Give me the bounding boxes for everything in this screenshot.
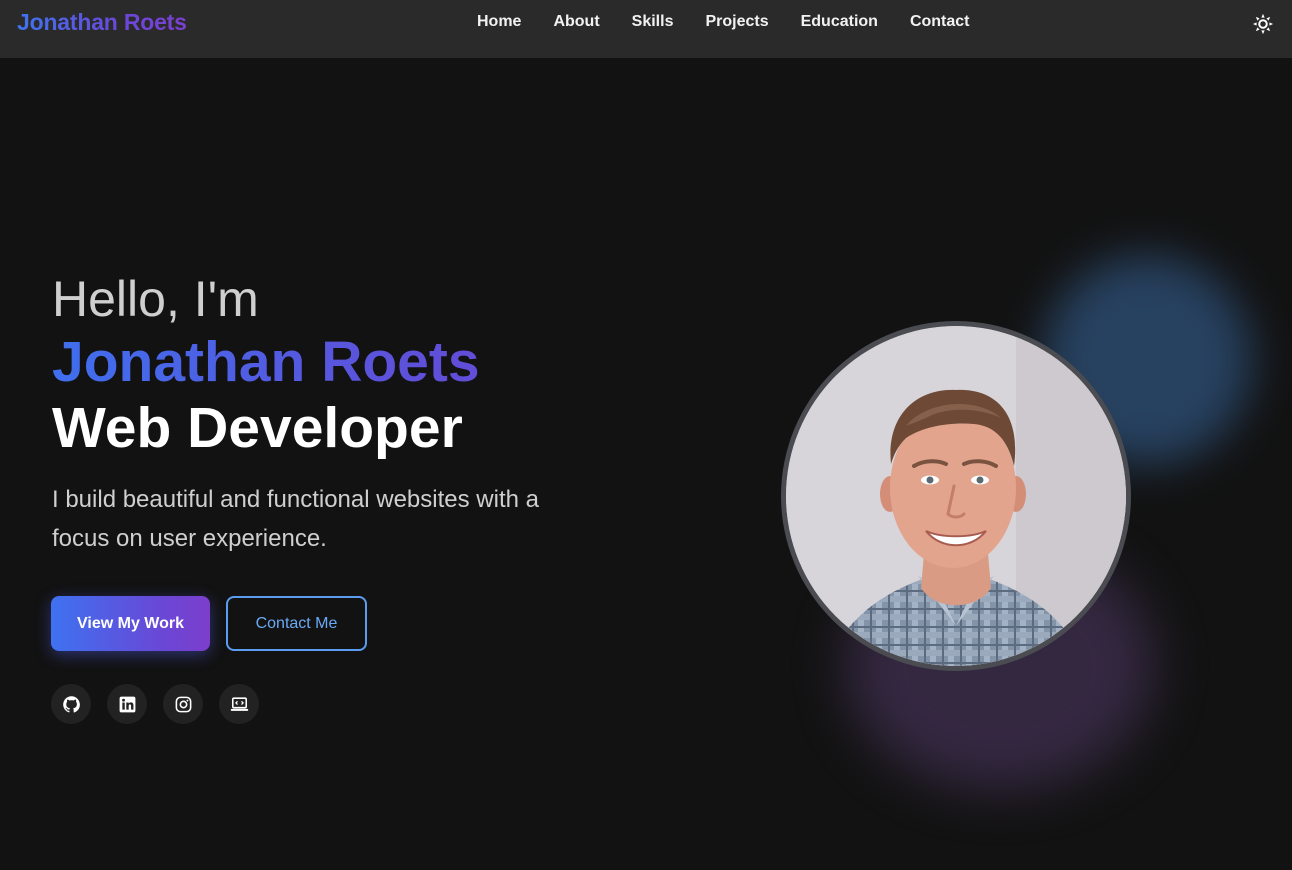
instagram-icon bbox=[175, 696, 191, 712]
avatar-frame bbox=[781, 321, 1131, 671]
hero-tagline: I build beautiful and functional website… bbox=[52, 486, 539, 552]
instagram-link[interactable] bbox=[163, 684, 203, 724]
nav-link-projects[interactable]: Projects bbox=[705, 13, 768, 31]
hero-role: Web Developer bbox=[52, 396, 463, 460]
hero-name: Jonathan Roets bbox=[52, 330, 612, 396]
view-my-work-button[interactable]: View My Work bbox=[51, 596, 210, 651]
portfolio-laptop-icon bbox=[230, 696, 248, 711]
nav-link-education[interactable]: Education bbox=[801, 13, 878, 31]
nav-link-about[interactable]: About bbox=[553, 13, 599, 31]
hero-text: Hello, I'm Jonathan Roets Web Developer … bbox=[52, 270, 612, 558]
theme-toggle-button[interactable] bbox=[1252, 13, 1274, 35]
hero-buttons: View My Work Contact Me bbox=[51, 596, 367, 651]
nav-link-contact[interactable]: Contact bbox=[910, 13, 970, 31]
navbar: Jonathan Roets Home About Skills Project… bbox=[0, 0, 1292, 58]
hero-greeting: Hello, I'm bbox=[52, 271, 259, 327]
profile-photo bbox=[786, 326, 1126, 666]
social-links bbox=[51, 684, 259, 724]
github-link[interactable] bbox=[51, 684, 91, 724]
linkedin-icon bbox=[119, 696, 135, 712]
portfolio-link[interactable] bbox=[219, 684, 259, 724]
github-icon bbox=[62, 695, 80, 713]
contact-me-button[interactable]: Contact Me bbox=[226, 596, 367, 651]
nav-links: Home About Skills Projects Education Con… bbox=[477, 13, 1002, 31]
nav-link-home[interactable]: Home bbox=[477, 13, 521, 31]
brand-logo[interactable]: Jonathan Roets bbox=[17, 9, 187, 36]
nav-link-skills[interactable]: Skills bbox=[632, 13, 674, 31]
sun-icon bbox=[1252, 13, 1274, 35]
linkedin-link[interactable] bbox=[107, 684, 147, 724]
